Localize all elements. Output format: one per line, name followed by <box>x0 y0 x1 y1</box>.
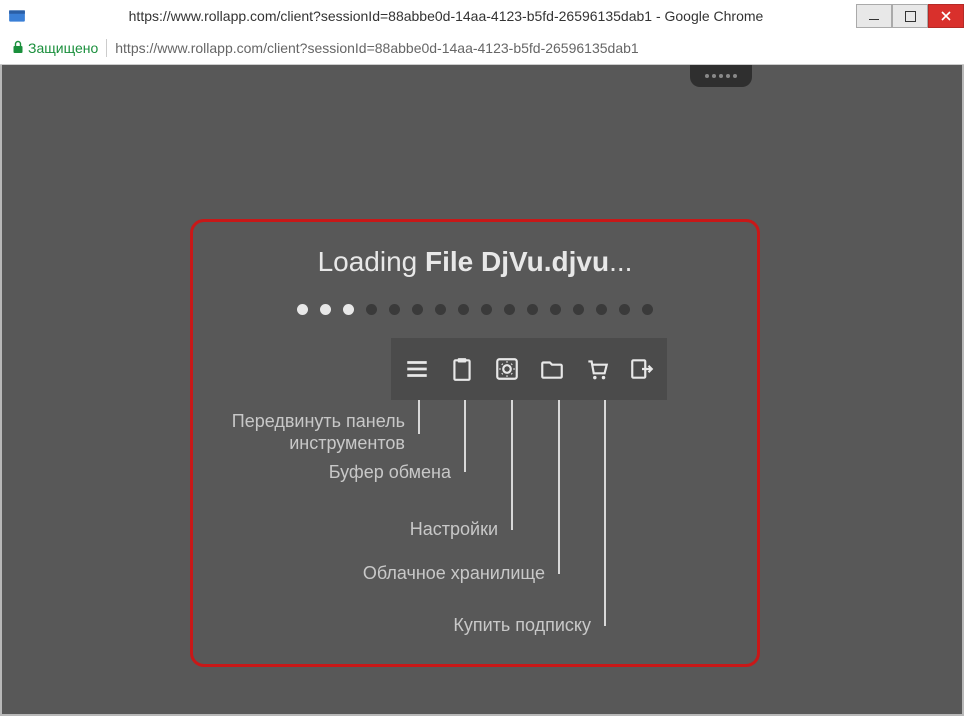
progress-dot <box>642 304 653 315</box>
cart-button[interactable] <box>583 354 610 384</box>
window-title: https://www.rollapp.com/client?sessionId… <box>36 8 856 24</box>
progress-dot <box>481 304 492 315</box>
progress-dot <box>412 304 423 315</box>
progress-dot <box>458 304 469 315</box>
progress-dot <box>389 304 400 315</box>
progress-dot <box>343 304 354 315</box>
close-button[interactable] <box>928 4 964 28</box>
annotation-line <box>511 400 513 530</box>
folder-icon <box>539 356 565 382</box>
menu-button[interactable] <box>403 354 430 384</box>
menu-icon <box>404 356 430 382</box>
folder-button[interactable] <box>538 354 565 384</box>
cart-icon <box>584 356 610 382</box>
progress-dot <box>596 304 607 315</box>
loading-suffix: ... <box>609 246 632 277</box>
progress-dot <box>320 304 331 315</box>
titlebar: https://www.rollapp.com/client?sessionId… <box>0 0 964 32</box>
clipboard-button[interactable] <box>448 354 475 384</box>
progress-dot <box>366 304 377 315</box>
exit-icon <box>629 356 655 382</box>
divider <box>106 39 107 57</box>
app-icon <box>8 7 26 25</box>
window-controls <box>856 4 964 28</box>
progress-dot <box>573 304 584 315</box>
clipboard-icon <box>449 356 475 382</box>
maximize-button[interactable] <box>892 4 928 28</box>
annotation-line <box>604 400 606 626</box>
app-viewport: Loading File DjVu.djvu... <box>0 65 964 716</box>
minimize-button[interactable] <box>856 4 892 28</box>
annotation-move-panel: Передвинуть панель инструментов <box>232 411 405 454</box>
annotation-cloud-storage: Облачное хранилище <box>363 563 545 585</box>
progress-dot <box>297 304 308 315</box>
progress-dot <box>435 304 446 315</box>
secure-indicator: Защищено <box>12 40 98 57</box>
highlight-panel: Loading File DjVu.djvu... <box>190 219 760 667</box>
annotation-clipboard: Буфер обмена <box>329 462 451 484</box>
gear-icon <box>494 356 520 382</box>
loading-text: Loading File DjVu.djvu... <box>193 246 757 278</box>
annotation-buy-subscription: Купить подписку <box>453 615 591 637</box>
annotation-line <box>558 400 560 574</box>
drag-dots-icon <box>705 74 737 78</box>
secure-label-text: Защищено <box>28 40 98 56</box>
address-bar: Защищено https://www.rollapp.com/client?… <box>0 32 964 64</box>
top-handle[interactable] <box>690 65 752 87</box>
annotation-settings: Настройки <box>410 519 498 541</box>
progress-dot <box>550 304 561 315</box>
loading-prefix: Loading <box>318 246 425 277</box>
annotation-line <box>418 400 420 434</box>
settings-button[interactable] <box>493 354 520 384</box>
loading-filename: File DjVu.djvu <box>425 246 609 277</box>
url-text[interactable]: https://www.rollapp.com/client?sessionId… <box>115 40 638 56</box>
exit-button[interactable] <box>628 354 655 384</box>
browser-chrome: https://www.rollapp.com/client?sessionId… <box>0 0 964 65</box>
progress-dot <box>527 304 538 315</box>
progress-dot <box>619 304 630 315</box>
annotation-line <box>464 400 466 472</box>
lock-icon <box>12 40 24 57</box>
progress-dot <box>504 304 515 315</box>
toolbar[interactable] <box>391 338 667 400</box>
progress-dots <box>193 304 757 315</box>
